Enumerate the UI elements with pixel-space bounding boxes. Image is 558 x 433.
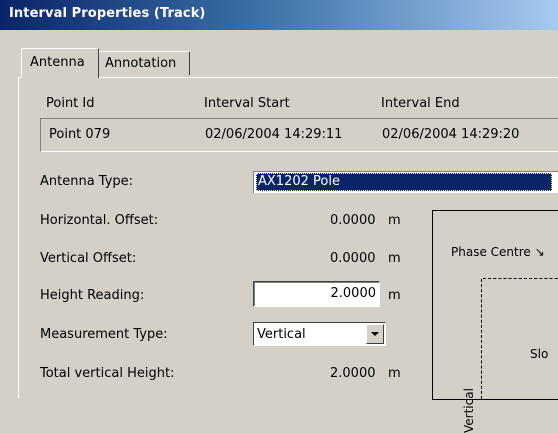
tab-antenna-label: Antenna — [30, 55, 85, 70]
antenna-height-diagram: Phase Centre ↘ Vertical Slo — [432, 210, 558, 433]
chevron-down-icon — [371, 332, 379, 336]
height-reading-input[interactable]: 2.0000 — [253, 281, 380, 307]
interval-end-value: 02/06/2004 14:29:20 — [382, 127, 520, 142]
slope-label: Slo — [530, 347, 549, 361]
point-id-header: Point Id — [46, 96, 95, 111]
interval-start-value: 02/06/2004 14:29:11 — [205, 127, 343, 142]
measurement-type-select[interactable]: Vertical — [253, 322, 386, 346]
antenna-type-select[interactable]: AX1202 Pole — [253, 171, 558, 193]
vertical-label: Vertical — [462, 388, 476, 433]
horizontal-offset-value: 0.0000 — [330, 213, 376, 228]
antenna-type-label: Antenna Type: — [40, 174, 134, 189]
vertical-label-wrapper: Vertical — [462, 383, 476, 433]
phase-centre-dashed-line — [483, 278, 558, 279]
measurement-type-label: Measurement Type: — [40, 327, 168, 342]
horizontal-offset-unit: m — [388, 213, 401, 228]
tab-annotation[interactable]: Annotation — [99, 51, 190, 75]
measurement-type-value: Vertical — [257, 327, 306, 342]
arrow-icon: ↘ — [534, 245, 545, 259]
total-vertical-height-value: 2.0000 — [330, 366, 376, 381]
point-id-value: Point 079 — [49, 127, 111, 142]
total-vertical-height-label: Total vertical Height: — [40, 366, 175, 381]
vertical-offset-value: 0.0000 — [330, 251, 376, 266]
height-reading-unit: m — [388, 288, 401, 303]
tab-annotation-label: Annotation — [105, 56, 177, 71]
vertical-offset-label: Vertical Offset: — [40, 251, 137, 266]
window-title: Interval Properties (Track) — [9, 6, 206, 21]
tab-antenna[interactable]: Antenna — [21, 48, 99, 78]
horizontal-offset-label: Horizontal. Offset: — [40, 213, 159, 228]
measurement-type-dropdown-button[interactable] — [366, 324, 384, 344]
total-vertical-height-unit: m — [388, 366, 401, 381]
interval-start-header: Interval Start — [204, 96, 290, 111]
antenna-type-selected-value: AX1202 Pole — [256, 173, 552, 191]
interval-end-header: Interval End — [381, 96, 460, 111]
height-reading-value: 2.0000 — [330, 286, 377, 301]
title-bar[interactable]: Interval Properties (Track) — [0, 0, 558, 30]
height-reading-label: Height Reading: — [40, 288, 145, 303]
vertical-dashed-line — [481, 279, 482, 399]
point-info-row: Point 079 02/06/2004 14:29:11 02/06/2004… — [40, 118, 558, 152]
vertical-offset-unit: m — [388, 251, 401, 266]
phase-centre-label: Phase Centre ↘ — [451, 245, 545, 259]
